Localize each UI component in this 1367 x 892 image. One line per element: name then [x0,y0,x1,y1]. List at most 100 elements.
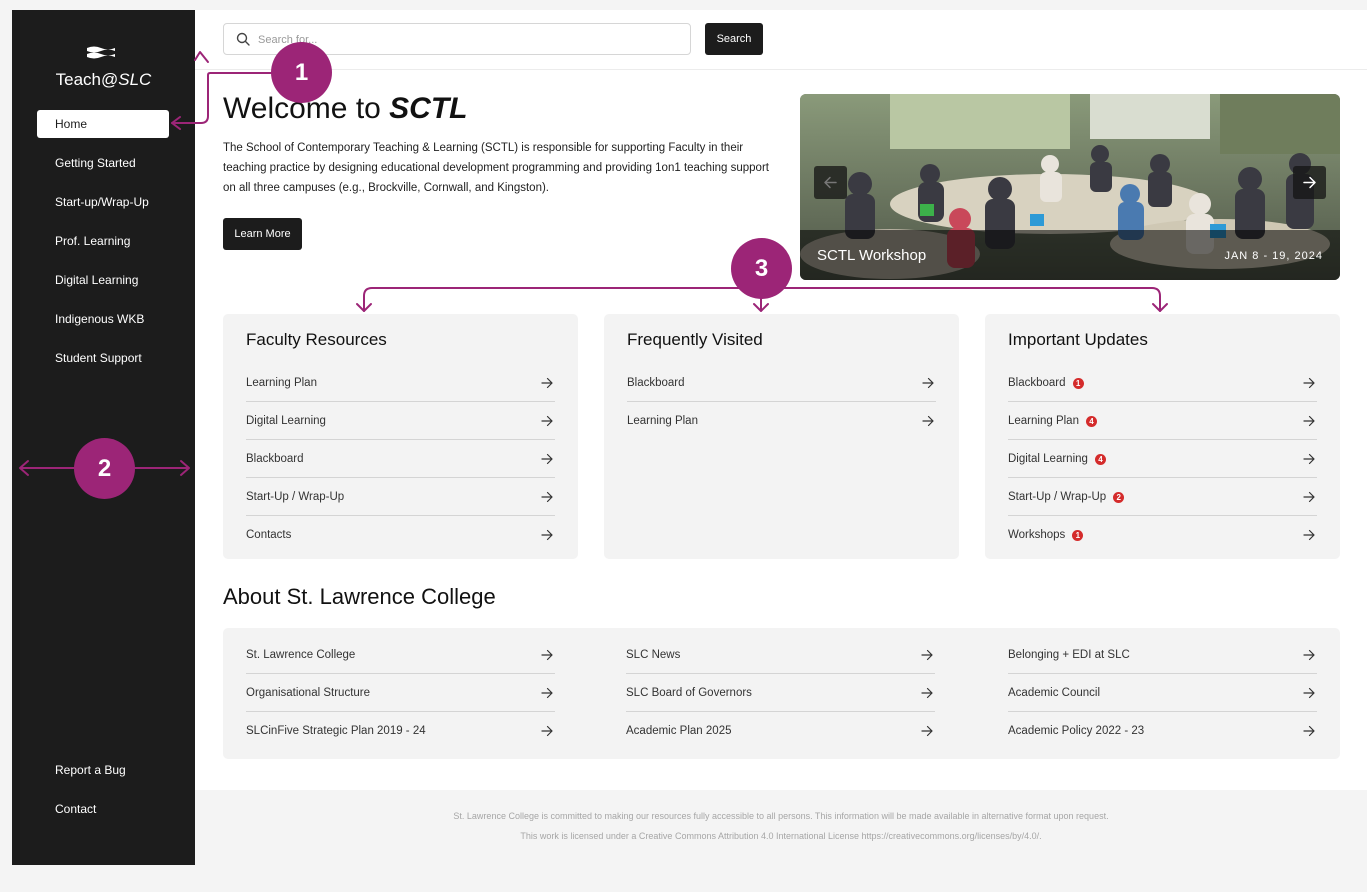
arrow-right-icon [541,453,553,465]
app-logo-text[interactable]: Teach@SLC [12,70,195,90]
arrow-right-icon [541,377,553,389]
arrow-right-icon [1303,687,1315,699]
arrow-left-icon [824,176,837,189]
faculty-resources-card: Faculty Resources Learning Plan Digital … [223,314,578,559]
carousel-next-button[interactable] [1293,166,1326,199]
about-section-title: About St. Lawrence College [223,584,496,609]
arrow-right-icon [1303,377,1315,389]
sidebar-item-startup-wrapup[interactable]: Start-up/Wrap-Up [37,188,169,216]
logo-text-em: SLC [118,70,152,89]
link-label: SLC News [626,649,681,661]
arrow-right-icon [541,649,553,661]
list-item[interactable]: Belonging + EDI at SLC [1008,636,1317,674]
search-button[interactable]: Search [705,23,763,55]
list-item[interactable]: Learning Plan 4 [1008,402,1317,440]
carousel-title: SCTL Workshop [817,247,927,264]
hero-title: Welcome to SCTL [223,92,468,126]
about-column: St. Lawrence College Organisational Stru… [246,636,555,750]
sidebar-item-digital-learning[interactable]: Digital Learning [37,266,169,294]
list-item[interactable]: Blackboard 1 [1008,364,1317,402]
link-label: St. Lawrence College [246,649,356,661]
frequently-visited-card: Frequently Visited Blackboard Learning P… [604,314,959,559]
search-input[interactable] [258,30,678,50]
main-content: Search Welcome to SCTL The School of Con… [195,10,1367,865]
link-label: Blackboard [1008,377,1066,389]
list-item[interactable]: Learning Plan [246,364,555,402]
arrow-right-icon [1303,529,1315,541]
notification-badge: 1 [1072,378,1084,389]
link-label: SLC Board of Governors [626,687,752,699]
arrow-right-icon [921,649,933,661]
sidebar-bottom-nav: Report a Bug Contact [37,756,169,834]
list-item[interactable]: Academic Council [1008,674,1317,712]
sidebar-item-indigenous-wkb[interactable]: Indigenous WKB [37,305,169,333]
arrow-right-icon [541,687,553,699]
event-carousel[interactable]: SCTL Workshop JAN 8 - 19, 2024 [800,94,1340,280]
card-title: Faculty Resources [246,330,387,349]
link-label: Academic Council [1008,687,1101,699]
arrow-right-icon [541,491,553,503]
sidebar-item-student-support[interactable]: Student Support [37,344,169,372]
list-item[interactable]: SLC Board of Governors [626,674,935,712]
list-item[interactable]: Academic Plan 2025 [626,712,935,750]
list-item[interactable]: St. Lawrence College [246,636,555,674]
list-item[interactable]: Digital Learning 4 [1008,440,1317,478]
link-label: Academic Plan 2025 [626,725,732,737]
notification-badge: 4 [1085,416,1097,427]
link-list: Blackboard Learning Plan [627,364,936,440]
link-label: Learning Plan [246,377,317,389]
list-item[interactable]: SLC News [626,636,935,674]
link-list: Learning Plan Digital Learning Blackboar… [246,364,555,554]
list-item[interactable]: Organisational Structure [246,674,555,712]
arrow-right-icon [541,529,553,541]
arrow-right-icon [922,415,934,427]
list-item[interactable]: Academic Policy 2022 - 23 [1008,712,1317,750]
card-title: Important Updates [1008,330,1148,349]
arrow-right-icon [1303,453,1315,465]
link-label: Belonging + EDI at SLC [1008,649,1130,661]
hero-description: The School of Contemporary Teaching & Le… [223,142,769,194]
list-item[interactable]: Digital Learning [246,402,555,440]
list-item[interactable]: SLCinFive Strategic Plan 2019 - 24 [246,712,555,750]
top-bar: Search [195,10,1367,70]
sidebar-nav: Home Getting Started Start-up/Wrap-Up Pr… [37,110,169,383]
sidebar-item-report-bug[interactable]: Report a Bug [37,756,169,784]
arrow-right-icon [921,725,933,737]
carousel-prev-button[interactable] [814,166,847,199]
carousel-date: JAN 8 - 19, 2024 [1224,250,1323,262]
list-item[interactable]: Contacts [246,516,555,554]
list-item[interactable]: Start-Up / Wrap-Up [246,478,555,516]
notification-badge: 1 [1072,530,1084,541]
link-label: Digital Learning [246,415,326,427]
sidebar-item-prof-learning[interactable]: Prof. Learning [37,227,169,255]
arrow-right-icon [1303,649,1315,661]
link-label: Organisational Structure [246,687,371,699]
list-item[interactable]: Blackboard [627,364,936,402]
list-item[interactable]: Learning Plan [627,402,936,440]
learn-more-button[interactable]: Learn More [223,218,302,250]
link-label: SLCinFive Strategic Plan 2019 - 24 [246,725,426,737]
link-label: Digital Learning [1008,453,1088,465]
about-column: SLC News SLC Board of Governors Academic… [626,636,935,750]
sidebar-item-home[interactable]: Home [37,110,169,138]
arrow-right-icon [1303,725,1315,737]
search-icon [236,32,250,46]
sidebar-item-contact[interactable]: Contact [37,795,169,823]
footer-license-text: This work is licensed under a Creative C… [520,831,1042,841]
arrow-right-icon [921,687,933,699]
arrow-right-icon [1303,491,1315,503]
sidebar-item-getting-started[interactable]: Getting Started [37,149,169,177]
list-item[interactable]: Blackboard [246,440,555,478]
arrow-right-icon [541,415,553,427]
logo-text-main: Teach@ [55,70,119,89]
footer: St. Lawrence College is committed to mak… [195,790,1367,865]
link-label: Learning Plan [1008,415,1079,427]
list-item[interactable]: Workshops 1 [1008,516,1317,554]
annotation-marker-2: 2 [74,438,135,499]
about-column: Belonging + EDI at SLC Academic Council … [1008,636,1317,750]
link-label: Contacts [246,529,292,541]
link-label: Workshops [1008,529,1066,541]
footer-accessibility-text: St. Lawrence College is committed to mak… [453,811,1109,821]
arrow-right-icon [1303,176,1316,189]
list-item[interactable]: Start-Up / Wrap-Up 2 [1008,478,1317,516]
